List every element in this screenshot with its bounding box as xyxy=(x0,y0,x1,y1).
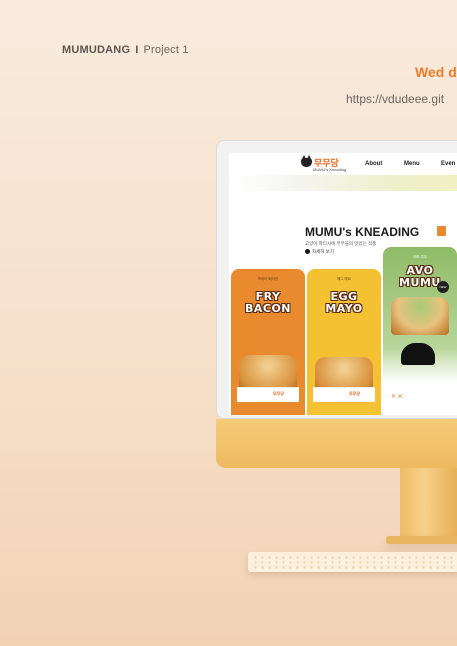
site-nav: 무무당 MUMU's Kneading About Menu Even xyxy=(229,153,457,176)
monitor-stand xyxy=(400,468,457,540)
website-preview: 무무당 MUMU's Kneading About Menu Even MUMU… xyxy=(229,153,457,415)
monitor-mockup: 무무당 MUMU's Kneading About Menu Even MUMU… xyxy=(216,140,457,468)
detail-link[interactable]: 자세히 보기 xyxy=(305,249,334,255)
card-tag: 아보 무무 xyxy=(413,255,427,259)
menu-card-egg-mayo[interactable]: 에그 마요 EGG MAYO 무무당 xyxy=(307,269,381,415)
site-logo-sub: MUMU's Kneading xyxy=(313,167,347,172)
keyboard xyxy=(248,552,457,572)
box-logo: 무무당 xyxy=(349,391,361,396)
project-label: Project 1 xyxy=(143,44,189,56)
menu-card-avo-mumu[interactable]: 아보 무무 AVO MUMU NEW ✕ ✕ xyxy=(383,247,457,415)
box-logo: 무무당 xyxy=(273,391,285,396)
keyboard-keys xyxy=(252,555,457,569)
arrow-circle-icon xyxy=(305,249,310,255)
section-headline: MUMU's KNEADING xyxy=(305,225,420,239)
nav-about[interactable]: About xyxy=(365,161,382,167)
section-subcopy: 고양이 파티시에 무무들의 맛있는 작품 xyxy=(305,241,377,246)
monitor-stand-base xyxy=(386,536,457,544)
bread-box: 무무당 xyxy=(313,387,375,402)
monitor-chin xyxy=(216,419,457,468)
cat-logo-icon xyxy=(301,155,312,167)
cat-silhouette-icon xyxy=(401,343,435,365)
card-tag: 에그 마요 xyxy=(337,277,351,281)
monitor-bezel: 무무당 MUMU's Kneading About Menu Even MUMU… xyxy=(216,140,457,419)
new-badge: NEW xyxy=(437,281,449,293)
bread-box: 무무당 xyxy=(237,387,299,402)
bread-image xyxy=(391,297,449,335)
nav-menu[interactable]: Menu xyxy=(404,161,420,167)
detail-link-label: 자세히 보기 xyxy=(312,249,334,254)
menu-card-fry-bacon[interactable]: 프라이 베이컨 FRY BACON 무무당 xyxy=(231,269,305,415)
date-text: Wed d xyxy=(415,64,457,80)
brand-name: MUMUDANG xyxy=(62,44,131,56)
pattern-icon: ✕ ✕ xyxy=(391,394,403,400)
card-title-line2: MAYO xyxy=(325,302,363,315)
card-tag: 프라이 베이컨 xyxy=(257,277,279,281)
brand-separator: I xyxy=(135,44,139,56)
bread-box-icon xyxy=(437,226,446,236)
header-brand: MUMUDANG I Project 1 xyxy=(62,44,189,56)
card-title-line2: BACON xyxy=(244,302,292,315)
nav-event[interactable]: Even xyxy=(441,161,455,167)
project-url-link[interactable]: https://vdudeee.git xyxy=(346,92,444,106)
hero-band xyxy=(229,175,457,191)
